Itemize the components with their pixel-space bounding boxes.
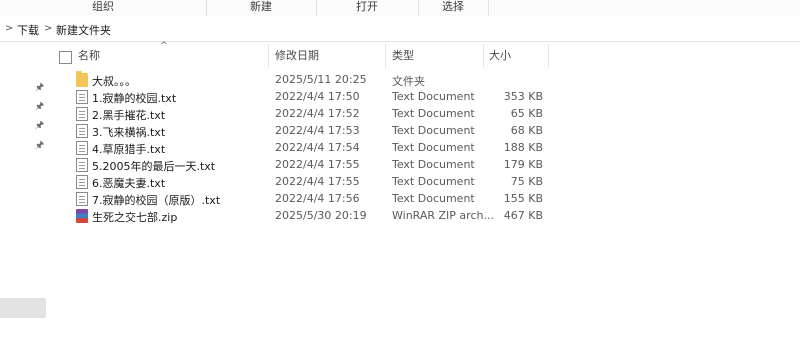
file-name: 3.飞来横祸.txt	[92, 126, 166, 139]
file-date-modified: 2022/4/4 17:54	[275, 141, 360, 154]
text-file-icon	[76, 141, 88, 155]
text-file-icon	[76, 124, 88, 138]
column-separator[interactable]	[548, 44, 549, 68]
file-size: 155 KB	[503, 192, 543, 205]
text-file-icon	[76, 158, 88, 172]
file-name: 生死之交七部.zip	[92, 211, 178, 224]
breadcrumb-separator-icon[interactable]: >	[44, 23, 52, 34]
file-type: WinRAR ZIP arch...	[392, 209, 494, 222]
file-type: Text Document	[392, 158, 475, 171]
file-type: 文件夹	[392, 75, 425, 88]
file-size: 467 KB	[503, 209, 543, 222]
breadcrumb-item-new-folder[interactable]: 新建文件夹	[56, 22, 111, 38]
file-name: 5.2005年的最后一天.txt	[92, 160, 216, 173]
column-separator[interactable]	[268, 44, 269, 68]
text-file-icon	[76, 175, 88, 189]
file-date-modified: 2022/4/4 17:55	[275, 158, 360, 171]
file-row[interactable]: 7.寂静的校园（原版）.txt 2022/4/4 17:56 Text Docu…	[72, 191, 552, 208]
file-size: 353 KB	[503, 90, 543, 103]
nav-pane-scrollbar-thumb[interactable]	[0, 298, 46, 318]
file-date-modified: 2022/4/4 17:52	[275, 107, 360, 120]
file-row[interactable]: 大叔。。。 2025/5/11 20:25 文件夹	[72, 71, 552, 89]
file-row[interactable]: 6.恶魔夫妻.txt 2022/4/4 17:55 Text Document …	[72, 174, 552, 191]
file-size: 179 KB	[503, 158, 543, 171]
column-header-size[interactable]: 大小	[489, 44, 545, 68]
breadcrumb-item-downloads[interactable]: 下载	[17, 22, 39, 38]
folder-icon	[76, 71, 88, 87]
file-date-modified: 2025/5/11 20:25	[275, 73, 367, 86]
file-date-modified: 2022/4/4 17:56	[275, 192, 360, 205]
pin-icon[interactable]: 🖈	[35, 121, 45, 131]
file-type: Text Document	[392, 90, 475, 103]
file-row[interactable]: 2.黑手摧花.txt 2022/4/4 17:52 Text Document …	[72, 106, 552, 123]
file-size: 188 KB	[503, 141, 543, 154]
winrar-zip-icon	[76, 209, 88, 223]
ribbon-group-new: 新建	[206, 0, 317, 16]
file-name: 4.草原猎手.txt	[92, 143, 166, 156]
file-type: Text Document	[392, 107, 475, 120]
file-row[interactable]: 5.2005年的最后一天.txt 2022/4/4 17:55 Text Doc…	[72, 157, 552, 174]
column-header-date-modified[interactable]: 修改日期	[275, 44, 383, 68]
column-separator[interactable]	[483, 44, 484, 68]
file-size: 65 KB	[510, 107, 543, 120]
file-row[interactable]: 4.草原猎手.txt 2022/4/4 17:54 Text Document …	[72, 140, 552, 157]
text-file-icon	[76, 192, 88, 206]
file-type: Text Document	[392, 124, 475, 137]
pin-icon[interactable]: 🖈	[35, 102, 45, 112]
ribbon-group-labels: 组织 新建 打开 选择	[0, 0, 800, 17]
file-date-modified: 2022/4/4 17:50	[275, 90, 360, 103]
file-name: 1.寂静的校园.txt	[92, 92, 177, 105]
file-name: 大叔。。。	[92, 75, 136, 88]
file-size: 75 KB	[510, 175, 543, 188]
file-name: 6.恶魔夫妻.txt	[92, 177, 166, 190]
file-name: 2.黑手摧花.txt	[92, 109, 166, 122]
file-name: 7.寂静的校园（原版）.txt	[92, 194, 221, 207]
file-date-modified: 2022/4/4 17:55	[275, 175, 360, 188]
file-date-modified: 2022/4/4 17:53	[275, 124, 360, 137]
breadcrumb-chevron-icon[interactable]: >	[5, 23, 13, 34]
file-size: 68 KB	[510, 124, 543, 137]
file-row[interactable]: 生死之交七部.zip 2025/5/30 20:19 WinRAR ZIP ar…	[72, 208, 552, 225]
ribbon-group-select: 选择	[418, 0, 489, 16]
text-file-icon	[76, 90, 88, 104]
file-date-modified: 2025/5/30 20:19	[275, 209, 367, 222]
select-all-checkbox[interactable]	[59, 51, 72, 64]
file-type: Text Document	[392, 141, 475, 154]
ribbon-group-organize: 组织	[0, 0, 207, 16]
file-row[interactable]: 3.飞来横祸.txt 2022/4/4 17:53 Text Document …	[72, 123, 552, 140]
column-header-type[interactable]: 类型	[392, 44, 480, 68]
text-file-icon	[76, 107, 88, 121]
ribbon-group-open: 打开	[316, 0, 419, 16]
file-type: Text Document	[392, 192, 475, 205]
column-header-name[interactable]: 名称	[78, 44, 268, 68]
column-separator[interactable]	[385, 44, 386, 68]
pin-icon[interactable]: 🖈	[35, 141, 45, 151]
pin-icon[interactable]: 🖈	[35, 83, 45, 93]
file-row[interactable]: 1.寂静的校园.txt 2022/4/4 17:50 Text Document…	[72, 89, 552, 106]
file-type: Text Document	[392, 175, 475, 188]
breadcrumb: > 下载 > 新建文件夹	[0, 16, 800, 42]
